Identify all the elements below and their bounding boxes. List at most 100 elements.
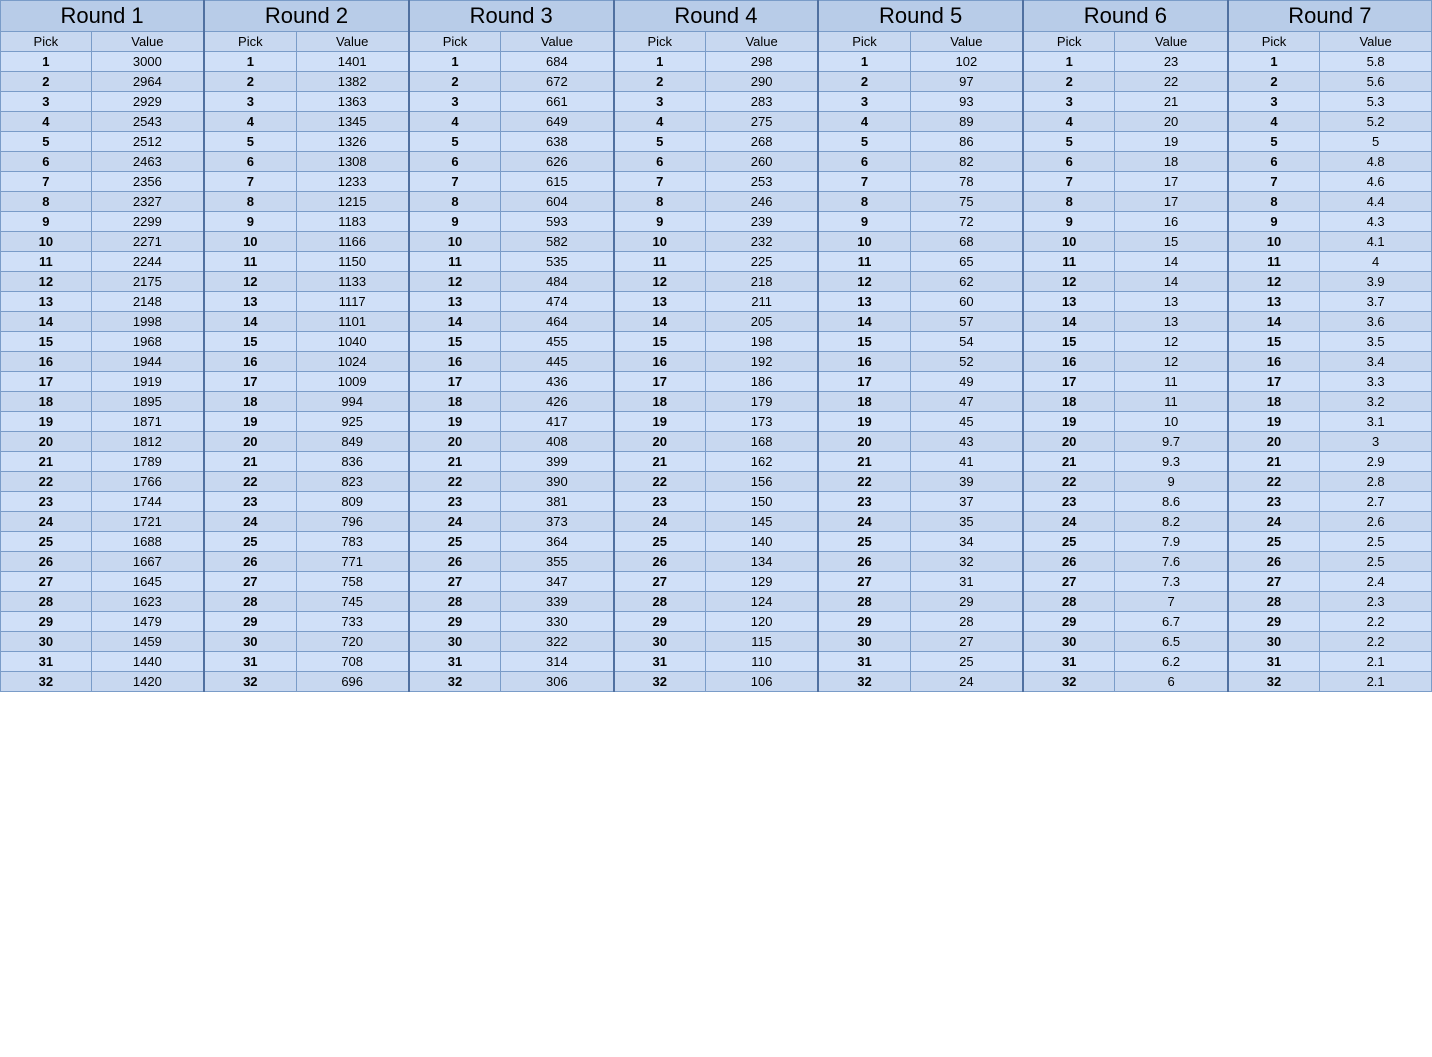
pick-cell: 12 (1, 272, 92, 292)
value-cell: 14 (1115, 272, 1228, 292)
pick-cell: 23 (818, 492, 910, 512)
value-cell: 1150 (296, 252, 409, 272)
pick-cell: 13 (1, 292, 92, 312)
pick-cell: 11 (614, 252, 706, 272)
value-cell: 1215 (296, 192, 409, 212)
value-cell: 192 (705, 352, 818, 372)
value-cell: 733 (296, 612, 409, 632)
pick-cell: 27 (204, 572, 296, 592)
value-cell: 68 (910, 232, 1023, 252)
pick-cell: 19 (1228, 412, 1320, 432)
table-row: 2914792973329330291202928296.7292.2 (1, 612, 1432, 632)
value-cell: 5 (1320, 132, 1432, 152)
value-cell: 1812 (91, 432, 204, 452)
value-cell: 2.2 (1320, 632, 1432, 652)
pick-cell: 32 (614, 672, 706, 692)
value-cell: 2463 (91, 152, 204, 172)
value-cell: 758 (296, 572, 409, 592)
value-cell: 2356 (91, 172, 204, 192)
table-row: 141998141101144641420514571413143.6 (1, 312, 1432, 332)
value-cell: 3 (1320, 432, 1432, 452)
value-cell: 1919 (91, 372, 204, 392)
value-cell: 381 (501, 492, 614, 512)
value-cell: 1009 (296, 372, 409, 392)
value-cell: 745 (296, 592, 409, 612)
pick-cell: 17 (204, 372, 296, 392)
pick-cell: 5 (818, 132, 910, 152)
pick-cell: 13 (409, 292, 501, 312)
col-header-pick-1: Pick (1, 32, 92, 52)
value-cell: 708 (296, 652, 409, 672)
pick-cell: 6 (1228, 152, 1320, 172)
table-row: 161944161024164451619216521612163.4 (1, 352, 1432, 372)
col-header-value-1: Value (91, 32, 204, 52)
value-cell: 134 (705, 552, 818, 572)
value-cell: 1459 (91, 632, 204, 652)
pick-cell: 6 (409, 152, 501, 172)
main-container: Round 1Round 2Round 3Round 4Round 5Round… (0, 0, 1432, 692)
value-cell: 2.6 (1320, 512, 1432, 532)
value-cell: 604 (501, 192, 614, 212)
value-cell: 37 (910, 492, 1023, 512)
col-header-pick-4: Pick (614, 32, 706, 52)
value-cell: 290 (705, 72, 818, 92)
pick-cell: 29 (204, 612, 296, 632)
pick-cell: 26 (1, 552, 92, 572)
pick-cell: 21 (409, 452, 501, 472)
pick-cell: 22 (1228, 472, 1320, 492)
pick-cell: 30 (614, 632, 706, 652)
pick-cell: 24 (409, 512, 501, 532)
value-cell: 5.6 (1320, 72, 1432, 92)
col-header-pick-2: Pick (204, 32, 296, 52)
value-cell: 150 (705, 492, 818, 512)
value-cell: 1233 (296, 172, 409, 192)
value-cell: 25 (910, 652, 1023, 672)
pick-cell: 9 (1, 212, 92, 232)
pick-cell: 9 (1023, 212, 1115, 232)
value-cell: 6.7 (1115, 612, 1228, 632)
pick-cell: 22 (204, 472, 296, 492)
value-cell: 1789 (91, 452, 204, 472)
pick-cell: 3 (204, 92, 296, 112)
col-header-pick-6: Pick (1023, 32, 1115, 52)
table-row: 2616672677126355261342632267.6262.5 (1, 552, 1432, 572)
value-cell: 2148 (91, 292, 204, 312)
value-cell: 849 (296, 432, 409, 452)
pick-cell: 9 (409, 212, 501, 232)
value-cell: 5.3 (1320, 92, 1432, 112)
pick-cell: 1 (614, 52, 706, 72)
value-cell: 3.9 (1320, 272, 1432, 292)
value-cell: 2512 (91, 132, 204, 152)
pick-cell: 10 (1228, 232, 1320, 252)
pick-cell: 7 (1228, 172, 1320, 192)
pick-cell: 16 (1228, 352, 1320, 372)
pick-cell: 21 (1023, 452, 1115, 472)
pick-cell: 28 (1228, 592, 1320, 612)
value-cell: 18 (1115, 152, 1228, 172)
pick-cell: 2 (409, 72, 501, 92)
value-cell: 20 (1115, 112, 1228, 132)
value-cell: 2.1 (1320, 672, 1432, 692)
value-cell: 649 (501, 112, 614, 132)
pick-cell: 3 (614, 92, 706, 112)
pick-cell: 28 (614, 592, 706, 612)
pick-cell: 21 (204, 452, 296, 472)
value-cell: 1440 (91, 652, 204, 672)
pick-cell: 25 (1, 532, 92, 552)
pick-cell: 2 (1023, 72, 1115, 92)
pick-cell: 4 (1023, 112, 1115, 132)
pick-cell: 25 (614, 532, 706, 552)
pick-cell: 7 (614, 172, 706, 192)
pick-cell: 11 (1228, 252, 1320, 272)
pick-cell: 10 (409, 232, 501, 252)
pick-cell: 18 (614, 392, 706, 412)
table-row: 3014593072030322301153027306.5302.2 (1, 632, 1432, 652)
value-cell: 330 (501, 612, 614, 632)
value-cell: 93 (910, 92, 1023, 112)
value-cell: 11 (1115, 372, 1228, 392)
pick-cell: 9 (204, 212, 296, 232)
value-cell: 615 (501, 172, 614, 192)
pick-cell: 17 (614, 372, 706, 392)
value-cell: 4.1 (1320, 232, 1432, 252)
value-cell: 27 (910, 632, 1023, 652)
